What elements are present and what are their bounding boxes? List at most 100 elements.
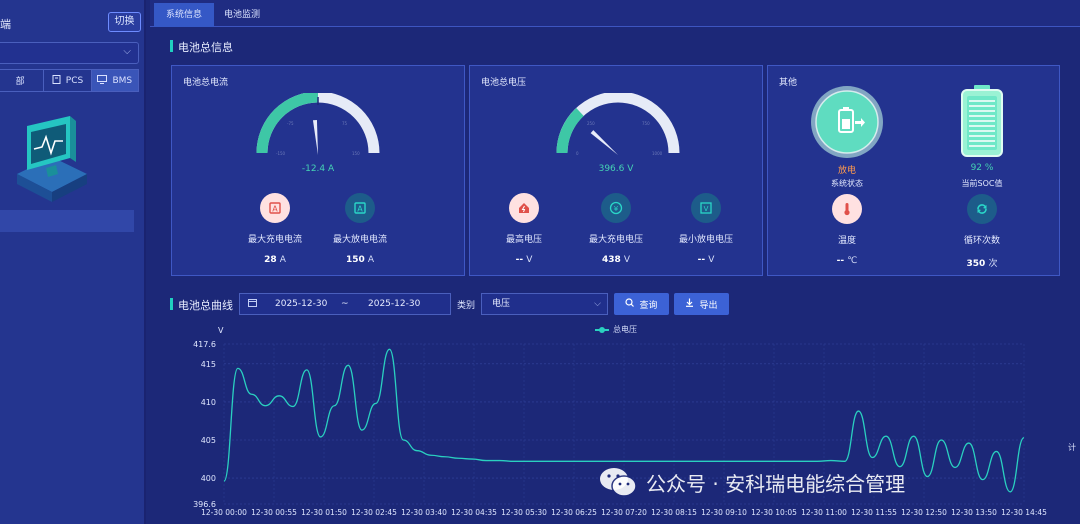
- soc-value: 92 %: [970, 163, 994, 173]
- x-tick-label: 12-30 08:15: [651, 508, 697, 517]
- x-tick-label: 12-30 00:55: [251, 508, 297, 517]
- system-status-value: 放电: [837, 166, 856, 176]
- sidebar-tab-label: BMS: [112, 75, 133, 86]
- metric-number: --: [836, 256, 845, 266]
- chart-right-label: 计: [1068, 442, 1076, 452]
- date-end[interactable]: 2025-12-30: [368, 299, 420, 309]
- metric-unit: A: [367, 255, 375, 265]
- type-select[interactable]: 电压 ⌵: [481, 293, 608, 315]
- x-tick-label: 12-30 11:00: [801, 508, 847, 517]
- other-panel: 其他 放电 系统状态 92 % 当前SOC值 温度 -- ℃ 循环次数 350 …: [767, 65, 1060, 276]
- date-start[interactable]: 2025-12-30: [275, 299, 327, 309]
- x-tick-label: 12-30 13:50: [951, 508, 997, 517]
- y-tick-label: 415: [201, 360, 216, 369]
- metric-value: 28 A: [235, 255, 315, 265]
- current-gauge: -150 -75 75 150: [256, 93, 380, 156]
- export-button[interactable]: 导出: [674, 293, 729, 315]
- download-icon: [685, 298, 694, 310]
- station-select[interactable]: ⌵: [0, 42, 139, 64]
- discharge-status-icon: [811, 86, 883, 158]
- max-charge-voltage: ¥ 最大充电电压 438 V: [576, 193, 656, 265]
- tab-pcs[interactable]: PCS: [44, 70, 92, 91]
- metric-number: 28: [264, 255, 277, 265]
- svg-text:0: 0: [576, 151, 579, 156]
- svg-text:75: 75: [342, 121, 348, 126]
- tab-battery-monitor[interactable]: 电池监测: [212, 3, 272, 27]
- svg-text:-75: -75: [287, 121, 294, 126]
- cycle-icon: [967, 194, 997, 224]
- tab-all[interactable]: 部: [0, 70, 45, 91]
- x-tick-label: 12-30 05:30: [501, 508, 547, 517]
- charge-icon: A: [260, 193, 290, 223]
- chevron-down-icon: ⌵: [594, 299, 601, 309]
- cycle-count: 循环次数 350 次: [942, 194, 1022, 269]
- switch-button[interactable]: 切换: [108, 12, 141, 32]
- bms-device-illustration: [12, 112, 92, 206]
- y-tick-label: 405: [201, 436, 216, 445]
- voltage-gauge-value: 396.6 V: [598, 164, 634, 174]
- x-tick-label: 12-30 11:55: [851, 508, 897, 517]
- metric-number: 150: [345, 255, 365, 265]
- svg-text:V: V: [704, 205, 709, 213]
- search-icon: [625, 298, 635, 310]
- device-tabs: 部 PCS BMS: [0, 69, 139, 92]
- soc-battery-icon: [961, 85, 1003, 157]
- export-button-label: 导出: [699, 300, 718, 311]
- device-icon: [52, 74, 61, 87]
- metric-label: 循环次数: [963, 236, 1000, 246]
- metric-number: --: [515, 255, 524, 265]
- svg-text:A: A: [272, 205, 278, 214]
- svg-text:-150: -150: [276, 151, 286, 156]
- y-tick-label: 410: [201, 398, 216, 407]
- home-voltage-icon: [509, 193, 539, 223]
- metric-unit: V: [623, 255, 631, 265]
- monitor-icon: [97, 74, 108, 87]
- metric-value: -- V: [484, 255, 564, 265]
- sidebar-title: 端: [0, 18, 11, 31]
- max-discharge-current: A 最大放电电流 150 A: [320, 193, 400, 265]
- battery-info-title: 电池总信息: [170, 39, 233, 55]
- metric-unit: A: [279, 255, 286, 265]
- system-status-label: 系统状态: [831, 179, 863, 188]
- sidebar-item-selected[interactable]: [0, 210, 134, 232]
- metric-label: 最大放电电流: [332, 235, 387, 245]
- metric-unit: V: [526, 255, 533, 265]
- sidebar: 端 切换 ⌵ 部 PCS BMS: [0, 0, 146, 524]
- tab-bms[interactable]: BMS: [91, 70, 138, 91]
- metric-label: 最大充电电流: [247, 235, 302, 245]
- max-voltage: 最高电压 -- V: [484, 193, 564, 265]
- calendar-icon: [248, 298, 257, 310]
- x-tick-label: 12-30 06:25: [551, 508, 597, 517]
- metric-label: 最小放电电压: [678, 235, 733, 245]
- metric-value: 350 次: [942, 256, 1022, 269]
- metric-value: 438 V: [576, 255, 656, 265]
- x-tick-label: 12-30 03:40: [401, 508, 447, 517]
- x-tick-label: 12-30 12:50: [901, 508, 947, 517]
- svg-text:750: 750: [642, 121, 650, 126]
- x-tick-label: 12-30 10:05: [751, 508, 797, 517]
- x-tick-label: 12-30 14:45: [1001, 508, 1047, 517]
- metric-unit: V: [708, 255, 715, 265]
- voltage-panel-title: 电池总电压: [481, 78, 527, 88]
- date-range-picker[interactable]: 2025-12-30 ~ 2025-12-30: [239, 293, 451, 315]
- svg-text:250: 250: [587, 121, 595, 126]
- soc-label: 当前SOC值: [961, 179, 1003, 188]
- thermometer-icon: [832, 194, 862, 224]
- top-tab-bar: 系统信息 电池监测: [150, 0, 1080, 27]
- x-tick-label: 12-30 09:10: [701, 508, 747, 517]
- watermark-text: 公众号 · 安科瑞电能综合管理: [646, 471, 906, 496]
- metric-value: -- V: [666, 255, 746, 265]
- current-panel: 电池总电流 -150 -75 75 150 -12.4 A A 最大充电电流 2…: [171, 65, 465, 276]
- metric-label: 温度: [837, 236, 856, 246]
- sidebar-tab-label: 部: [15, 77, 25, 87]
- metric-unit: ℃: [847, 256, 858, 266]
- max-charge-current: A 最大充电电流 28 A: [235, 193, 315, 265]
- discharge-icon: A: [345, 193, 375, 223]
- y-axis-label: V: [218, 326, 224, 335]
- query-button[interactable]: 查询: [614, 293, 669, 315]
- query-button-label: 查询: [639, 300, 658, 311]
- tab-system-info[interactable]: 系统信息: [154, 3, 215, 27]
- x-tick-label: 12-30 07:20: [601, 508, 647, 517]
- min-discharge-voltage: V 最小放电电压 -- V: [666, 193, 746, 265]
- metric-value: 150 A: [320, 255, 400, 265]
